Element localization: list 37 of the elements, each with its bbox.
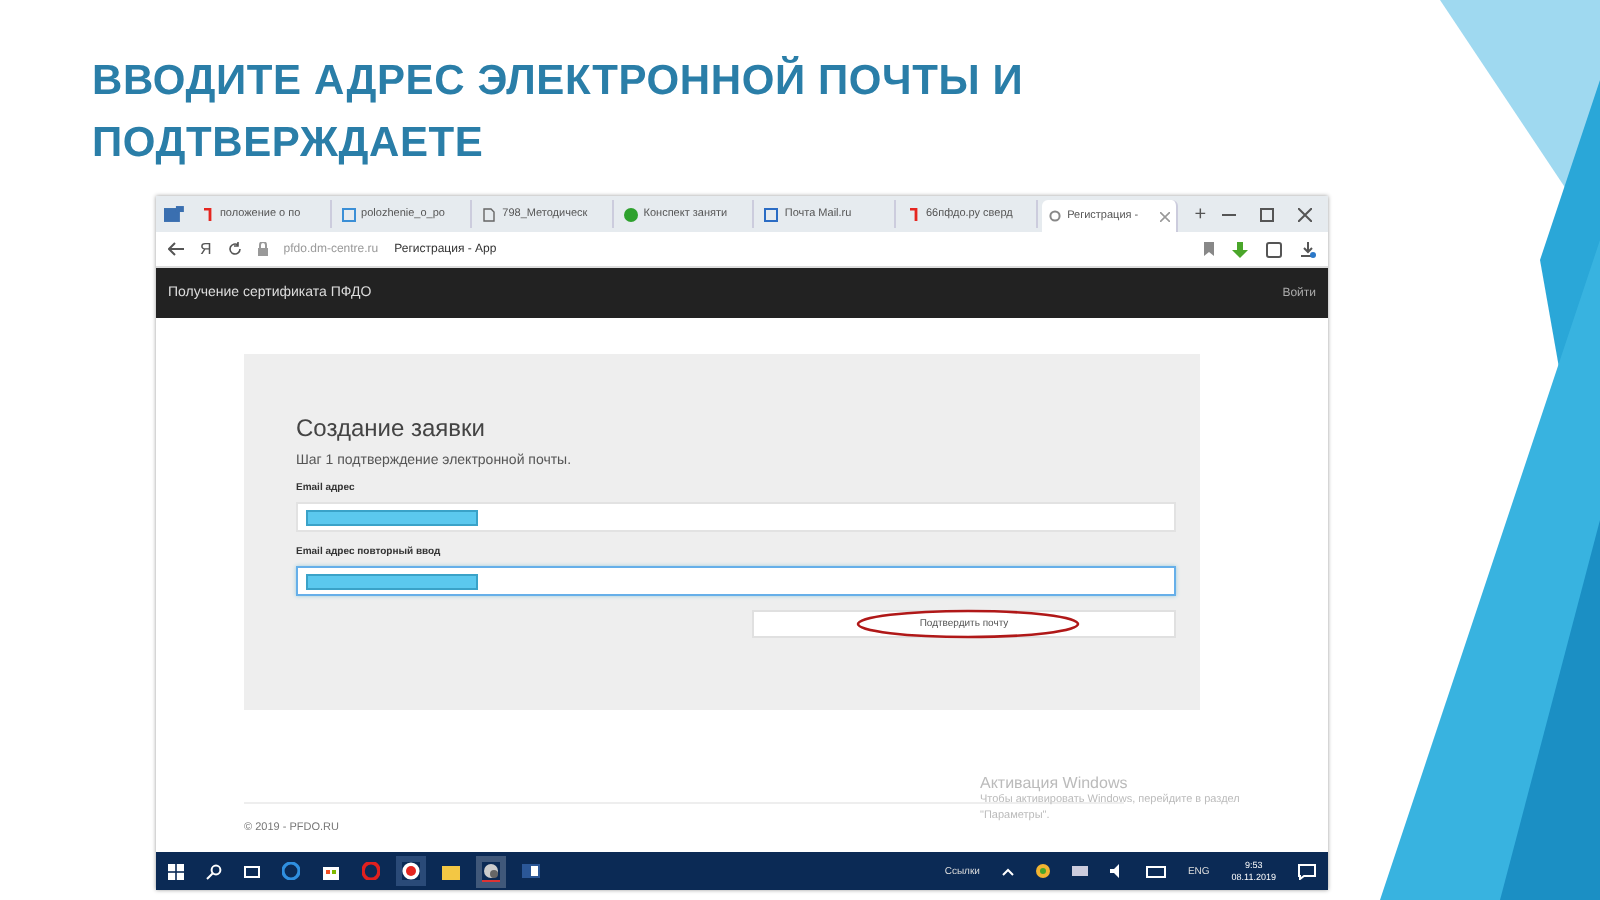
back-arrow-icon[interactable] bbox=[168, 242, 184, 256]
slide-title: ВВОДИТЕ АДРЕС ЭЛЕКТРОННОЙ ПОЧТЫ И ПОДТВЕРЖДАЕТЕ bbox=[90, 54, 1026, 170]
notification-icon[interactable] bbox=[1298, 863, 1316, 879]
tab-favicon-icon bbox=[905, 207, 920, 221]
maximize-icon[interactable] bbox=[1260, 207, 1275, 221]
edge-icon[interactable] bbox=[282, 862, 300, 880]
tab-favicon-icon bbox=[623, 207, 638, 221]
email-input-field[interactable] bbox=[296, 566, 1176, 596]
folder-icon[interactable] bbox=[442, 863, 460, 879]
store-bag-icon[interactable] bbox=[322, 862, 340, 880]
lock-icon bbox=[257, 242, 268, 256]
opera-icon[interactable] bbox=[362, 862, 380, 880]
tab-favicon-icon bbox=[341, 207, 356, 221]
tabs-icon[interactable] bbox=[164, 206, 184, 222]
task-view-icon[interactable] bbox=[244, 863, 260, 879]
tab-favicon-icon bbox=[1047, 209, 1062, 223]
tray-app-icon[interactable] bbox=[1035, 864, 1050, 878]
close-icon[interactable] bbox=[1298, 207, 1313, 221]
download-arrow-icon[interactable] bbox=[1232, 241, 1248, 257]
bookmark-icon[interactable] bbox=[1204, 242, 1214, 256]
tab-favicon-icon bbox=[482, 207, 497, 221]
search-icon[interactable] bbox=[206, 863, 222, 879]
close-icon[interactable] bbox=[1160, 211, 1171, 221]
yandex-browser-icon[interactable] bbox=[402, 862, 420, 880]
form-heading: Создание заявки bbox=[296, 414, 487, 442]
speaker-icon[interactable] bbox=[1109, 864, 1124, 878]
caret-icon[interactable] bbox=[1001, 867, 1014, 875]
reload-icon[interactable] bbox=[227, 242, 242, 256]
windows-start-icon[interactable] bbox=[168, 863, 184, 879]
word-icon[interactable] bbox=[522, 862, 540, 880]
download-icon[interactable] bbox=[1300, 241, 1316, 257]
activation-title: Активация Windows bbox=[980, 774, 1130, 792]
tab-favicon-icon bbox=[764, 207, 779, 221]
tab-favicon-icon bbox=[199, 207, 214, 221]
new-tab-button[interactable]: + bbox=[1182, 203, 1219, 225]
keyboard-icon[interactable] bbox=[1145, 865, 1166, 877]
home-button[interactable]: Я bbox=[200, 240, 212, 258]
